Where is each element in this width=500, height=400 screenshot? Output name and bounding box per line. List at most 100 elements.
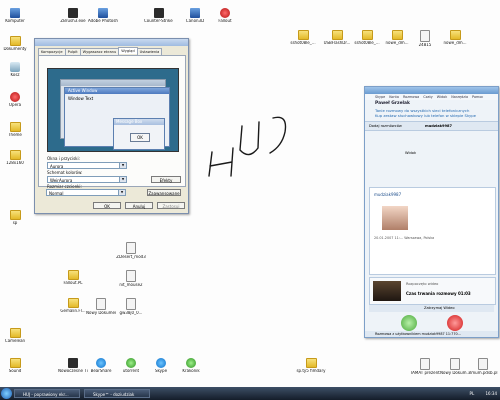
folder-icon [449,30,461,40]
recycle-icon [10,62,20,72]
desktop-icon[interactable]: Krakonik [176,358,206,374]
cancel-button[interactable]: Anuluj [125,202,153,209]
folder-icon [67,270,79,280]
file-icon [126,242,136,254]
folder-icon [9,150,21,160]
desktop-icon-label: Kosz [10,73,20,77]
menu-narzedzia[interactable]: Narzędzia [451,95,468,99]
tab-strip: Kompozycje Pulpit Wygaszacz ekranu Wygląd Us… [38,47,163,55]
desktop-icon[interactable]: nit_mouse2 [116,270,146,288]
skype-user-name[interactable]: Paweł Grzelak [365,100,498,108]
add-contact-button[interactable]: Dodaj rozmówców [369,124,402,128]
desktop-icon[interactable]: BearShare [86,358,116,374]
chat-user-name[interactable]: mudziak9987 [374,192,401,197]
desktop-icon[interactable]: Fallout [210,8,240,24]
tab-ustawienia[interactable]: Ustawienia [136,48,163,55]
window-titlebar[interactable] [35,39,188,46]
desktop-icon[interactable]: sshot08le_... [352,30,382,46]
tab-pulpit[interactable]: Pulpit [64,48,81,55]
file-icon [126,270,136,282]
clock[interactable]: 16:34 [485,391,497,396]
effects-button[interactable]: Efekty [151,176,181,183]
desktop-icon[interactable]: TAMAT prezentacji [410,358,440,376]
desktop-icon[interactable]: Nowy Dokument... [86,298,116,316]
tab-wygaszacz[interactable]: Wygaszacz ekranu [79,48,120,55]
file-icon [126,298,136,310]
desktop-icon[interactable]: Kosz [0,62,30,78]
desktop-icon[interactable]: USBFlashDr... [322,30,352,46]
desktop-icon[interactable]: Fallout.PL [58,270,88,286]
desktop-icon[interactable]: ZDesert_mod3 [116,242,146,260]
taskbar-button[interactable]: Skype™ - doziudziak [84,389,150,398]
desktop-icon[interactable]: sp.ty5 fimdary [296,358,326,374]
desktop-icon[interactable]: Canon3D [180,8,210,24]
desktop-icon[interactable]: 24815 [410,30,440,48]
desktop-icon[interactable]: Komputer [0,8,30,24]
desktop-icon[interactable]: Rmum.pdsb.pl [468,358,498,376]
font-size-select[interactable]: Normal ▼ [46,189,126,196]
apply-button[interactable]: Zastosuj [157,202,185,209]
stop-video-button[interactable]: Zatrzymaj Wideo [424,305,455,312]
menu-pomoc[interactable]: Pomoc [472,95,483,99]
desktop-icon[interactable]: Nowoczesne Tiller.pl [58,358,88,374]
preview-inactive-title [61,80,165,86]
desktop-icon[interactable]: gw38j0_0... [116,298,146,316]
folder-icon [391,30,403,40]
desktop-icon[interactable]: nowe_dm... [440,30,470,46]
promo-link-shop[interactable]: Kup zestaw słuchawkowy lub telefon w skl… [365,113,498,118]
advanced-button[interactable]: Zaawansowane [147,189,181,196]
dark-icon [68,8,78,18]
desktop-icon-label: Adobe Photosh... [88,19,118,23]
app-icon [10,8,20,18]
desktop-icon[interactable]: Opera [0,92,30,108]
desktop-icon[interactable]: Gemalin.Fl... [58,298,88,314]
taskbar: HUJ - poprawiony ekr... Skype™ - doziudzi… [0,387,500,400]
desktop-icon[interactable]: sp [0,210,30,226]
menu-rozmowa[interactable]: Rozmowa [403,95,419,99]
desktop-icon[interactable]: Sound [0,358,30,374]
menu-konta[interactable]: Konta [389,95,399,99]
tab-wyglad[interactable]: Wygląd [118,47,138,54]
ok-button[interactable]: OK [93,202,121,209]
contact-avatar [382,206,408,230]
tab-kompozycje[interactable]: Kompozycje [38,48,66,55]
contact-tab[interactable]: mudziak9987 [425,122,452,130]
desktop-icon[interactable]: sshot08le_... [288,30,318,46]
red-icon [10,92,20,102]
taskbar-button[interactable]: HUJ - poprawiony ekr... [14,389,80,398]
desktop-icon-label: TAMAT prezentacji [410,371,440,375]
menu-skype[interactable]: Skype [375,95,385,99]
desktop-icon-label: sshot08le_... [290,41,316,45]
desktop-icon-label: 128x160 [6,161,24,165]
desktop-icon[interactable]: utorrent [116,358,146,374]
menu-widok[interactable]: Widok [437,95,447,99]
desktop-icon-label: Fallout.PL [63,281,83,285]
desktop-icon[interactable]: Nowy Dokum... [440,358,470,376]
video-thumbnail [373,281,401,301]
menu-czaty[interactable]: Czaty [423,95,433,99]
language-indicator[interactable]: PL [470,391,475,396]
desktop-icon[interactable]: nowe_dm... [382,30,412,46]
start-button[interactable] [1,388,12,399]
desktop-icon[interactable]: Adobe Photosh... [88,8,118,24]
windows-buttons-select[interactable]: Aurora ▼ [47,162,127,169]
chevron-down-icon: ▼ [118,190,125,195]
desktop-icon[interactable]: ZBrush3.exe [58,8,88,24]
desktop-icon[interactable]: Dokumenty [0,36,30,52]
skype-titlebar[interactable] [365,87,498,94]
desktop-icon[interactable]: Camelean [0,328,30,344]
desktop-icon[interactable]: Skype [146,358,176,374]
desktop-icon-label: Theme [8,133,22,137]
view-button[interactable]: Widok [405,151,416,155]
desktop-icon[interactable]: Counter-Strike Source [144,8,174,24]
desktop-icon-label: nowe_dm... [443,41,467,45]
video-started-text: Rozpoczęto wideo [406,282,439,286]
call-button[interactable] [401,315,417,331]
skype-toolbar: Dodaj rozmówców mudziak9987 [365,121,498,131]
desktop-icon[interactable]: Theme [0,122,30,138]
folder-icon [9,36,21,46]
call-controls: Zatrzymaj Wideo [369,305,494,312]
color-scheme-select[interactable]: WeirAurora ▼ [47,176,127,183]
hangup-button[interactable] [447,315,463,331]
desktop-icon[interactable]: 128x160 [0,150,30,166]
